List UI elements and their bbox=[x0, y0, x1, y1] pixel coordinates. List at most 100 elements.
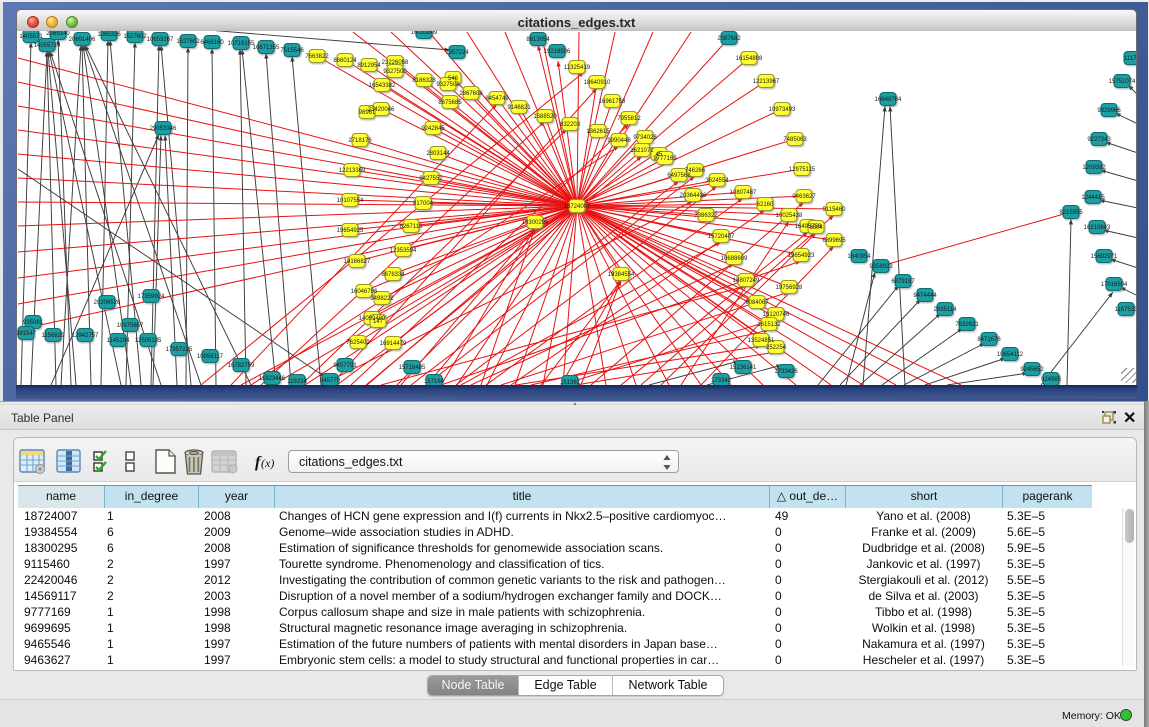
svg-text:7955812: 7955812 bbox=[617, 116, 641, 122]
svg-text:12213967: 12213967 bbox=[753, 79, 780, 85]
svg-text:173342: 173342 bbox=[711, 378, 732, 384]
svg-text:8471676: 8471676 bbox=[977, 337, 1001, 343]
svg-text:1065326: 1065326 bbox=[97, 32, 121, 38]
svg-text:1244415: 1244415 bbox=[1081, 195, 1105, 201]
svg-text:8427552: 8427552 bbox=[419, 176, 443, 182]
svg-text:16648784: 16648784 bbox=[875, 97, 902, 103]
svg-text:1588520: 1588520 bbox=[533, 114, 557, 120]
svg-text:3498222: 3498222 bbox=[370, 296, 394, 302]
svg-text:12213369: 12213369 bbox=[339, 168, 366, 174]
svg-text:16543382: 16543382 bbox=[369, 83, 396, 89]
svg-text:9734028: 9734028 bbox=[633, 135, 657, 141]
svg-text:3624554: 3624554 bbox=[705, 178, 729, 184]
svg-text:10654112: 10654112 bbox=[997, 352, 1024, 358]
svg-text:18300295: 18300295 bbox=[522, 220, 549, 226]
svg-text:1733426: 1733426 bbox=[774, 369, 798, 375]
svg-text:9990448: 9990448 bbox=[607, 138, 631, 144]
svg-text:16120746: 16120746 bbox=[763, 312, 790, 318]
svg-text:9457791: 9457791 bbox=[333, 363, 357, 369]
svg-text:2718176: 2718176 bbox=[348, 138, 372, 144]
svg-text:817004: 817004 bbox=[413, 201, 434, 207]
svg-text:9084067: 9084067 bbox=[745, 300, 769, 306]
svg-text:13524851: 13524851 bbox=[748, 338, 775, 344]
svg-text:20206526: 20206526 bbox=[94, 300, 121, 306]
svg-text:6879197: 6879197 bbox=[891, 279, 915, 285]
svg-text:9245652: 9245652 bbox=[1020, 367, 1044, 373]
svg-text:1405571: 1405571 bbox=[19, 34, 43, 40]
svg-text:16046796: 16046796 bbox=[351, 289, 378, 295]
svg-text:8186328: 8186328 bbox=[412, 78, 436, 84]
svg-text:18724007: 18724007 bbox=[564, 204, 591, 210]
svg-text:8660124: 8660124 bbox=[333, 58, 357, 64]
svg-text:2935114: 2935114 bbox=[934, 307, 958, 313]
svg-text:20691406: 20691406 bbox=[69, 37, 96, 43]
svg-text:991547: 991547 bbox=[17, 331, 37, 337]
svg-text:16961758: 16961758 bbox=[599, 99, 626, 105]
svg-text:7663822: 7663822 bbox=[305, 54, 329, 60]
svg-text:10025438: 10025438 bbox=[776, 213, 803, 219]
svg-text:7386322: 7386322 bbox=[694, 213, 718, 219]
svg-text:12942757: 12942757 bbox=[72, 333, 99, 339]
svg-text:1527602: 1527602 bbox=[176, 39, 200, 45]
svg-text:9358923: 9358923 bbox=[869, 264, 893, 270]
svg-text:9115460: 9115460 bbox=[823, 207, 847, 213]
svg-text:17016504: 17016504 bbox=[1101, 282, 1128, 288]
svg-text:9327508: 9327508 bbox=[436, 82, 460, 88]
svg-text:20364436: 20364436 bbox=[680, 193, 707, 199]
svg-text:17957225: 17957225 bbox=[166, 347, 193, 353]
svg-text:8678334: 8678334 bbox=[381, 272, 405, 278]
svg-text:10107554: 10107554 bbox=[337, 198, 364, 204]
svg-text:62160: 62160 bbox=[757, 202, 774, 208]
svg-text:9329966: 9329966 bbox=[1097, 108, 1121, 114]
svg-text:8813054: 8813054 bbox=[526, 37, 550, 43]
svg-text:6899695: 6899695 bbox=[822, 238, 846, 244]
svg-text:1640954: 1640954 bbox=[847, 254, 871, 260]
svg-text:7485063: 7485063 bbox=[783, 137, 807, 143]
svg-text:10719155: 10719155 bbox=[228, 41, 255, 47]
svg-text:10688609: 10688609 bbox=[721, 256, 748, 262]
svg-text:7625402: 7625402 bbox=[346, 340, 370, 346]
svg-text:19654923: 19654923 bbox=[788, 253, 815, 259]
svg-text:98961: 98961 bbox=[359, 110, 376, 116]
svg-text:16033809: 16033809 bbox=[411, 31, 438, 36]
svg-text:19166827: 19166827 bbox=[344, 259, 371, 265]
svg-text:9474444: 9474444 bbox=[913, 293, 937, 299]
svg-text:9777169: 9777169 bbox=[653, 156, 677, 162]
svg-text:10653267: 10653267 bbox=[147, 37, 174, 43]
svg-text:1615132: 1615132 bbox=[757, 322, 781, 328]
svg-text:12505135: 12505135 bbox=[135, 338, 162, 344]
svg-text:15692971: 15692971 bbox=[1091, 254, 1118, 260]
svg-text:1527602: 1527602 bbox=[123, 34, 147, 40]
svg-text:16154808: 16154808 bbox=[736, 56, 763, 62]
svg-text:12353594: 12353594 bbox=[390, 248, 417, 254]
svg-text:147: 147 bbox=[373, 319, 384, 325]
svg-text:8267110: 8267110 bbox=[400, 224, 424, 230]
svg-text:10958117: 10958117 bbox=[197, 354, 224, 360]
svg-text:2087682: 2087682 bbox=[717, 36, 741, 42]
svg-text:16210643: 16210643 bbox=[1084, 225, 1111, 231]
svg-text:1145194: 1145194 bbox=[107, 338, 131, 344]
svg-text:2069140: 2069140 bbox=[46, 31, 70, 37]
svg-text:8675685: 8675685 bbox=[438, 100, 462, 106]
svg-text:11923446: 11923446 bbox=[259, 376, 286, 382]
svg-text:2803144: 2803144 bbox=[426, 151, 450, 157]
svg-text:8912954: 8912954 bbox=[357, 63, 381, 69]
svg-text:16914479: 16914479 bbox=[380, 341, 407, 347]
svg-text:1362615: 1362615 bbox=[586, 129, 610, 135]
svg-text:15720407: 15720407 bbox=[708, 234, 735, 240]
svg-text:7515546: 7515546 bbox=[280, 48, 304, 54]
svg-text:10807487: 10807487 bbox=[730, 190, 757, 196]
svg-text:12975115: 12975115 bbox=[789, 167, 816, 173]
svg-text:19654925: 19654925 bbox=[337, 228, 364, 234]
svg-text:16782759: 16782759 bbox=[228, 363, 255, 369]
svg-text:19218506: 19218506 bbox=[544, 49, 571, 55]
svg-text:17359924: 17359924 bbox=[138, 294, 165, 300]
svg-text:924565: 924565 bbox=[1041, 377, 1062, 383]
svg-text:6466160: 6466160 bbox=[200, 40, 224, 46]
svg-text:2867608: 2867608 bbox=[459, 91, 483, 97]
svg-text:10973493: 10973493 bbox=[769, 107, 796, 113]
svg-text:6497568: 6497568 bbox=[667, 173, 691, 179]
svg-text:1156829: 1156829 bbox=[42, 333, 66, 339]
svg-text:1621072: 1621072 bbox=[630, 148, 654, 154]
svg-text:15136141: 15136141 bbox=[730, 365, 757, 371]
